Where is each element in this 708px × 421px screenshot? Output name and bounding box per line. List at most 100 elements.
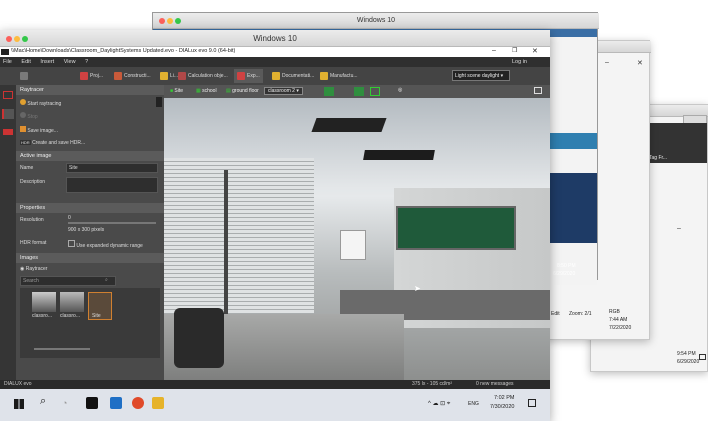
notification-icon[interactable] (699, 354, 706, 360)
3d-viewport[interactable]: ➤ (164, 98, 550, 380)
toolbar-project[interactable]: Proj... (80, 69, 103, 83)
image-gallery: classro... classro... Site (20, 288, 160, 358)
close-icon[interactable]: ✕ (637, 59, 643, 67)
clock-time[interactable]: 7:02 PM (494, 395, 514, 401)
image-thumb-1-label: classro... (32, 313, 53, 319)
view-mode-icon-1[interactable] (324, 87, 334, 96)
blinds-frame (224, 170, 228, 320)
clock-date[interactable]: 7/30/2020 (490, 404, 514, 410)
site-breadcrumb[interactable]: ■ Site (170, 88, 183, 94)
calculation-icon (178, 72, 186, 80)
gallery-zoom-slider[interactable] (34, 348, 90, 350)
stop-icon (20, 112, 26, 118)
name-field[interactable]: Site (66, 163, 158, 173)
rgb-readout: RGB (609, 309, 620, 315)
chair (174, 308, 224, 368)
minimize-icon[interactable]: – (605, 59, 609, 66)
view-mode-icon-2[interactable] (354, 87, 364, 96)
mode-icon-2[interactable] (2, 109, 14, 119)
hdr-format-label: HDR format (20, 240, 47, 246)
toolbar-manufacturer[interactable]: Manufactu... (320, 69, 358, 83)
resolution-slider[interactable] (68, 222, 156, 224)
room-dropdown[interactable]: classroom 2 ▾ (264, 87, 303, 95)
search-icon[interactable]: ⌕ (40, 395, 46, 408)
floor-label: ground floor (232, 88, 259, 94)
image-thumb-1[interactable] (32, 292, 56, 312)
windows-taskbar: ⌕ ◔ ^ ☁ ⊡ ⌖ ENG 7:02 PM 7/30/2020 (0, 389, 550, 421)
tray-icons[interactable]: ^ ☁ ⊡ ⌖ (428, 400, 450, 408)
minimize-icon[interactable]: – (677, 225, 681, 232)
login-link[interactable]: Log in (512, 59, 527, 65)
start-icon[interactable] (14, 399, 24, 409)
snapshot-icon[interactable]: ◎ (398, 87, 402, 93)
resolution-label: Resolution (20, 217, 44, 223)
toolbar-construction[interactable]: Constructi... (114, 69, 151, 83)
image-thumb-2[interactable] (60, 292, 84, 312)
menu-edit[interactable]: Edit (21, 59, 30, 65)
window-wall (164, 158, 314, 328)
panel-collapse-button[interactable] (156, 97, 162, 107)
window-minimize-button[interactable]: – (492, 47, 496, 54)
chalkboard (396, 206, 516, 250)
mode-icon-3[interactable] (3, 129, 13, 135)
language-indicator[interactable]: ENG (468, 401, 479, 407)
menu-view[interactable]: View (64, 59, 76, 65)
view-toolbar: ■ Site ▦ school ▤ ground floor classroom… (164, 85, 550, 98)
manufacturer-icon (320, 72, 328, 80)
right-window-time-2: 7:44 AM (609, 317, 628, 323)
stop-button[interactable]: Stop (20, 112, 38, 120)
school-label: school (202, 88, 217, 94)
right-window-date-2: 7/22/2020 (609, 325, 632, 331)
whiteboard (340, 230, 366, 260)
main-toolbar: Proj... Constructi... Li... Calculation … (0, 67, 550, 85)
active-image-header: Active image (16, 151, 164, 161)
light-scene-dropdown[interactable]: Light scene daylight ▾ (452, 70, 510, 81)
school-breadcrumb[interactable]: ▦ school (196, 88, 217, 94)
dialux-brand: DIALUX evo (4, 381, 32, 387)
explorer-icon[interactable] (152, 397, 164, 409)
image-search-input[interactable]: Search ⌕ (20, 276, 116, 286)
menu-help[interactable]: ? (85, 59, 88, 65)
dialux-logo-icon (1, 49, 9, 55)
messages-readout[interactable]: 0 new messages (476, 381, 514, 387)
menu-insert[interactable]: Insert (40, 59, 54, 65)
create-hdr-button[interactable]: HDR Create and save HDR... (20, 140, 85, 146)
dialux-taskbar-icon[interactable] (86, 397, 98, 409)
window-maximize-button[interactable]: ❐ (512, 47, 517, 54)
save-icon[interactable] (20, 72, 28, 80)
view-mode-icon-3[interactable] (370, 87, 380, 96)
edit-label: Edit (551, 311, 560, 317)
room-label: classroom 2 (268, 88, 295, 94)
construction-icon (114, 72, 122, 80)
zoom-readout: Zoom: 2/1 (569, 311, 592, 317)
edge-icon[interactable]: ◔ (62, 398, 67, 408)
menu-file[interactable]: File (3, 59, 12, 65)
name-label: Name (20, 165, 34, 171)
toolbar-light[interactable]: Li... (160, 69, 178, 83)
export-icon (237, 72, 245, 80)
action-center-icon[interactable] (528, 399, 536, 407)
description-field[interactable] (66, 177, 158, 193)
raytracer-filter[interactable]: ◉ Raytracer (20, 266, 47, 272)
toolbar-calculation[interactable]: Calculation obje... (178, 69, 228, 83)
right-window-label: Tag Fr... (649, 155, 668, 161)
window-close-button[interactable]: ✕ (532, 47, 538, 55)
save-image-button[interactable]: Save image... (20, 126, 58, 134)
outlook-icon[interactable] (110, 397, 122, 409)
toolbar-project-label: Proj... (90, 73, 104, 79)
toolbar-documentation-label: Documentati... (282, 73, 315, 79)
fullscreen-icon[interactable] (534, 87, 542, 94)
site-icon: ■ (170, 88, 174, 94)
inner-vm-window: Windows 10 \\Mac\Home\Downloads\Classroo… (0, 30, 550, 421)
start-raytracing-button[interactable]: Start raytracing (20, 99, 160, 107)
ceiling-light-1 (311, 118, 387, 132)
menu-bar: File Edit Insert View ? Log in (0, 57, 550, 67)
toolbar-export[interactable]: Exp... (234, 69, 263, 83)
maps-icon[interactable] (132, 397, 144, 409)
resolution-value: 0 (68, 215, 71, 221)
toolbar-documentation[interactable]: Documentati... (272, 69, 314, 83)
raytracer-filter-label: Raytracer (25, 266, 48, 272)
mode-icon-1[interactable] (3, 91, 13, 99)
hdr-checkbox[interactable]: Use expanded dynamic range (68, 240, 143, 249)
floor-breadcrumb[interactable]: ▤ ground floor (226, 88, 259, 94)
